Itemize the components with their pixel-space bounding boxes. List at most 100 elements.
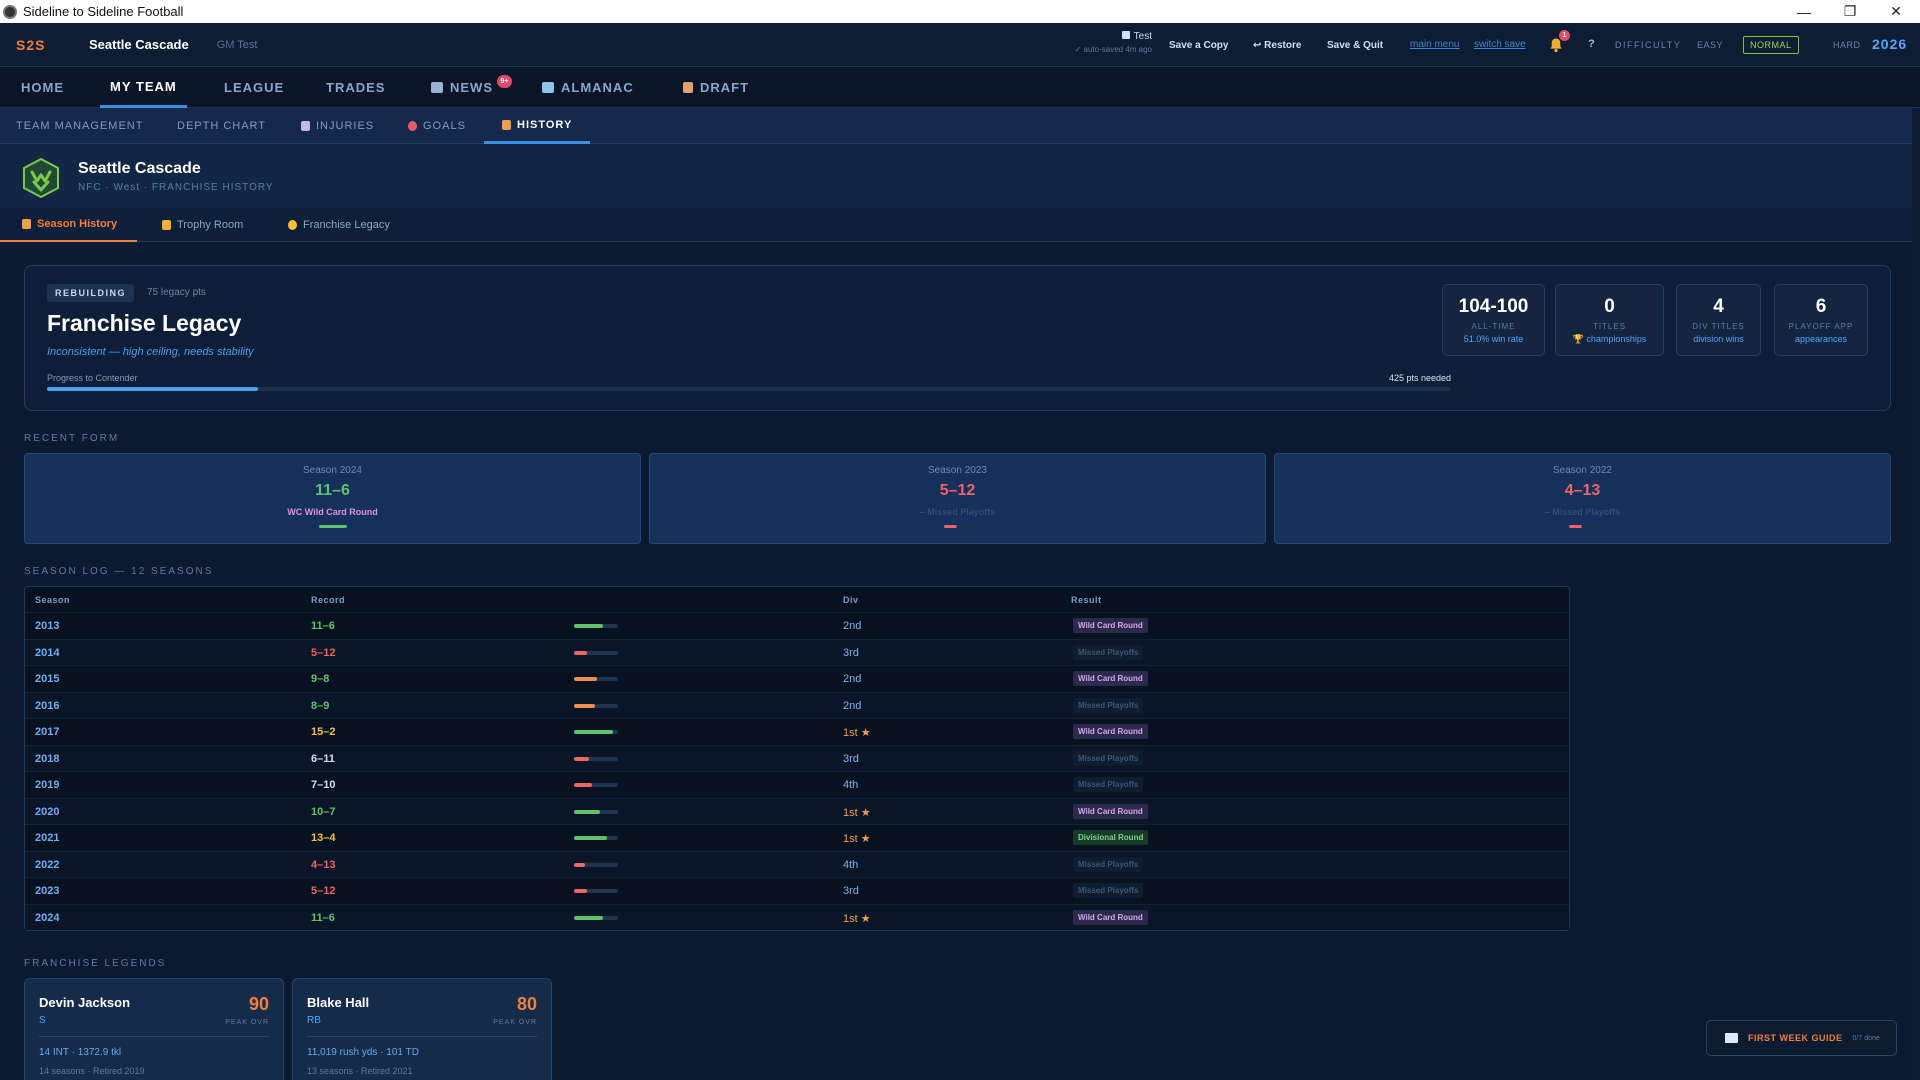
star-icon [288, 220, 297, 230]
tab-season-history[interactable]: Season History [0, 208, 138, 242]
record-cell: 6–11 [311, 752, 335, 765]
nav-my-team[interactable]: MY TEAM [100, 67, 187, 108]
win-pct-fill [574, 809, 600, 814]
first-week-guide-button[interactable]: FIRST WEEK GUIDE 0/7 done [1706, 1020, 1897, 1056]
save-quit-button[interactable]: Save & Quit [1320, 35, 1390, 55]
subnav-depth-chart[interactable]: DEPTH CHART [177, 108, 266, 144]
season-cell: 2020 [35, 805, 60, 818]
column-header-record: Record [311, 595, 346, 605]
table-row[interactable]: 2019 7–10 4th Missed Playoffs [25, 771, 1569, 797]
season-cell: 2016 [35, 699, 60, 712]
win-pct-bar [574, 650, 618, 655]
legend-position: S [39, 1015, 46, 1026]
page-scrollbar[interactable] [1912, 108, 1920, 1080]
win-pct-fill [574, 650, 587, 655]
stat-detail: 51.0% win rate [1463, 334, 1524, 344]
nav-trades[interactable]: TRADES [326, 67, 385, 108]
form-outcome: – Missed Playoffs [919, 507, 996, 517]
subnav-injuries[interactable]: INJURIES [301, 108, 374, 144]
table-row[interactable]: 2022 4–13 4th Missed Playoffs [25, 850, 1569, 877]
progress-label: Progress to Contender [47, 373, 138, 383]
difficulty-easy[interactable]: EASY [1691, 36, 1729, 54]
stat-label: TITLES [1592, 322, 1627, 331]
tab-trophy-room[interactable]: Trophy Room [162, 208, 243, 242]
legend-divider [39, 1036, 269, 1037]
record-cell: 9–8 [311, 673, 330, 685]
div-cell: 1st ★ [843, 806, 871, 819]
close-button[interactable]: ✕ [1873, 0, 1919, 23]
legend-ovr: 80 [516, 994, 537, 1014]
form-card: Season 2024 11–6 WC Wild Card Round [24, 453, 641, 544]
result-badge: Wild Card Round [1073, 671, 1148, 686]
nav-almanac[interactable]: ALMANAC [542, 67, 634, 108]
legend-card[interactable]: Devin Jackson S 90 PEAK OVR 14 INT · 137… [24, 978, 284, 1080]
team-name: Seattle Cascade [89, 37, 189, 52]
record-cell: 7–10 [311, 779, 336, 791]
div-cell: 1st ★ [843, 727, 871, 739]
subnav-team-management[interactable]: TEAM MANAGEMENT [16, 108, 143, 144]
form-record: 4–13 [1564, 482, 1601, 499]
record-cell: 13–4 [311, 832, 336, 844]
notification-badge: 1 [1559, 30, 1570, 41]
nav-news[interactable]: NEWS [431, 67, 493, 108]
table-row[interactable]: 2018 6–11 3rd Missed Playoffs [25, 744, 1569, 771]
win-pct-bar [574, 809, 618, 814]
subnav-history[interactable]: HISTORY [484, 108, 591, 144]
table-row[interactable]: 2020 10–7 1st ★ Wild Card Round [25, 797, 1569, 824]
season-cell: 2021 [35, 832, 60, 844]
record-cell: 11–6 [311, 620, 335, 632]
difficulty-normal[interactable]: NORMAL [1743, 36, 1799, 54]
div-cell: 3rd [843, 646, 859, 659]
save-copy-button[interactable]: Save a Copy [1162, 35, 1235, 55]
guide-title: FIRST WEEK GUIDE [1748, 1033, 1843, 1043]
team-logo-icon [23, 157, 59, 199]
team-header-subtitle: NFC · West · FRANCHISE HISTORY [78, 182, 274, 193]
nav-league[interactable]: LEAGUE [224, 67, 284, 108]
legend-ovr: 90 [248, 994, 269, 1014]
difficulty-hard[interactable]: HARD [1827, 36, 1867, 54]
season-cell: 2018 [35, 752, 60, 765]
legacy-description: Inconsistent — high ceiling, needs stabi… [47, 346, 254, 358]
table-row[interactable]: 2017 15–2 1st ★ Wild Card Round [25, 718, 1569, 744]
target-icon [408, 121, 417, 131]
win-pct-bar [574, 703, 618, 708]
table-row[interactable]: 2024 11–6 1st ★ Wild Card Round [25, 903, 1569, 930]
result-badge: Wild Card Round [1073, 909, 1148, 925]
stat-all-time: 104-100 ALL-TIME 51.0% win rate [1442, 284, 1545, 356]
table-row[interactable]: 2016 8–9 2nd Missed Playoffs [25, 691, 1569, 718]
nav-news-label: NEWS [450, 80, 493, 95]
table-row[interactable]: 2021 13–4 1st ★ Divisional Round [25, 824, 1569, 850]
table-row[interactable]: 2013 11–6 2nd Wild Card Round [25, 612, 1569, 638]
div-cell: 3rd [843, 885, 859, 897]
switch-save-link[interactable]: switch save [1474, 39, 1526, 50]
guide-progress: 0/7 done [1852, 1034, 1880, 1042]
maximize-button[interactable]: ❐ [1827, 0, 1873, 23]
season-cell: 2014 [35, 646, 60, 659]
restore-button[interactable]: ↩ Restore [1246, 35, 1308, 55]
help-button[interactable]: ? [1588, 38, 1595, 50]
minimize-button[interactable]: — [1781, 0, 1827, 23]
stat-detail: division wins [1693, 334, 1744, 344]
win-pct-fill [574, 836, 608, 840]
trophy-icon [162, 220, 171, 230]
nav-home[interactable]: HOME [21, 67, 64, 108]
nav-draft[interactable]: DRAFT [683, 67, 749, 108]
subnav-goals[interactable]: GOALS [408, 108, 466, 144]
table-row[interactable]: 2015 9–8 2nd Wild Card Round [25, 665, 1569, 691]
div-cell: 1st ★ [843, 833, 871, 845]
record-cell: 8–9 [311, 699, 330, 712]
table-row[interactable]: 2014 5–12 3rd Missed Playoffs [25, 638, 1569, 665]
win-pct-fill [574, 677, 598, 681]
table-row[interactable]: 2023 5–12 3rd Missed Playoffs [25, 877, 1569, 903]
result-badge: Missed Playoffs [1073, 883, 1144, 898]
win-pct-bar [574, 730, 618, 734]
brand-logo[interactable]: S2S [16, 37, 74, 53]
main-menu-link[interactable]: main menu [1410, 39, 1459, 50]
tab-franchise-legacy[interactable]: Franchise Legacy [288, 208, 390, 242]
stat-value: 4 [1713, 296, 1724, 317]
save-info: Test ✓ auto-saved 4m ago [1060, 31, 1152, 54]
franchise-legacy-card: REBUILDING 75 legacy pts Franchise Legac… [24, 265, 1891, 411]
legend-card[interactable]: Blake Hall RB 80 PEAK OVR 11,019 rush yd… [292, 978, 552, 1080]
legend-name: Blake Hall [307, 995, 370, 1010]
main-nav: HOME MY TEAM LEAGUE TRADES NEWS ALMANAC … [0, 67, 1920, 108]
